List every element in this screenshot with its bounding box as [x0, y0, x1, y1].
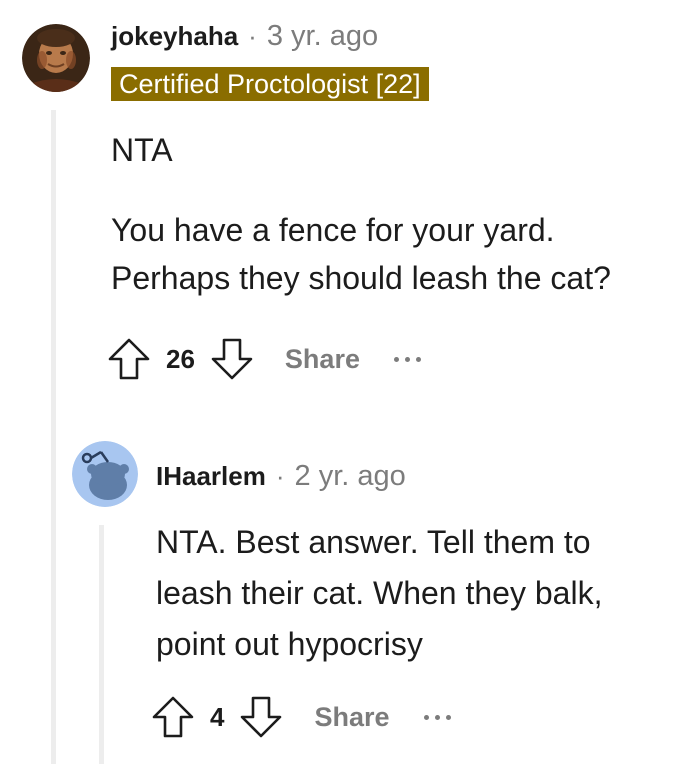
comment-body: NTA. Best answer. Tell them to leash the… [156, 517, 646, 670]
upvote-icon[interactable] [106, 336, 152, 382]
username[interactable]: jokeyhaha [111, 21, 238, 52]
comment-paragraph: NTA [111, 132, 173, 168]
timestamp[interactable]: 2 yr. ago [295, 460, 406, 493]
user-avatar[interactable] [22, 24, 90, 92]
user-avatar[interactable] [72, 441, 138, 507]
comment-meta: jokeyhaha · 3 yr. ago [111, 18, 378, 54]
share-button[interactable]: Share [285, 344, 360, 375]
meta-separator: · [275, 460, 285, 491]
user-flair: Certified Proctologist [22] [111, 67, 429, 101]
comment-paragraph: You have a fence for your yard. Perhaps … [111, 212, 611, 296]
vote-count: 26 [166, 343, 195, 374]
more-options-icon[interactable] [423, 714, 451, 720]
comment-paragraph: NTA. Best answer. Tell them to leash the… [156, 524, 603, 662]
comment: jokeyhaha · 3 yr. ago Certified Proctolo… [0, 0, 700, 420]
more-options-icon[interactable] [393, 356, 421, 362]
upvote-icon[interactable] [150, 694, 196, 740]
timestamp[interactable]: 3 yr. ago [267, 20, 378, 53]
painting-portrait-avatar-icon [22, 24, 90, 92]
comment-actions: 4 Share [150, 694, 451, 740]
username[interactable]: IHaarlem [156, 461, 266, 492]
share-button[interactable]: Share [314, 702, 389, 733]
downvote-icon[interactable] [238, 694, 284, 740]
vote-count: 4 [210, 701, 225, 732]
snoo-default-avatar-icon [72, 441, 138, 507]
reply-comment: IHaarlem · 2 yr. ago NTA. Best answer. T… [0, 420, 700, 764]
comment-actions: 26 Share [106, 336, 421, 382]
comment-meta: IHaarlem · 2 yr. ago [156, 458, 406, 494]
meta-separator: · [248, 20, 257, 51]
downvote-icon[interactable] [209, 336, 255, 382]
comment-body: NTA You have a fence for your yard. Perh… [111, 126, 671, 302]
